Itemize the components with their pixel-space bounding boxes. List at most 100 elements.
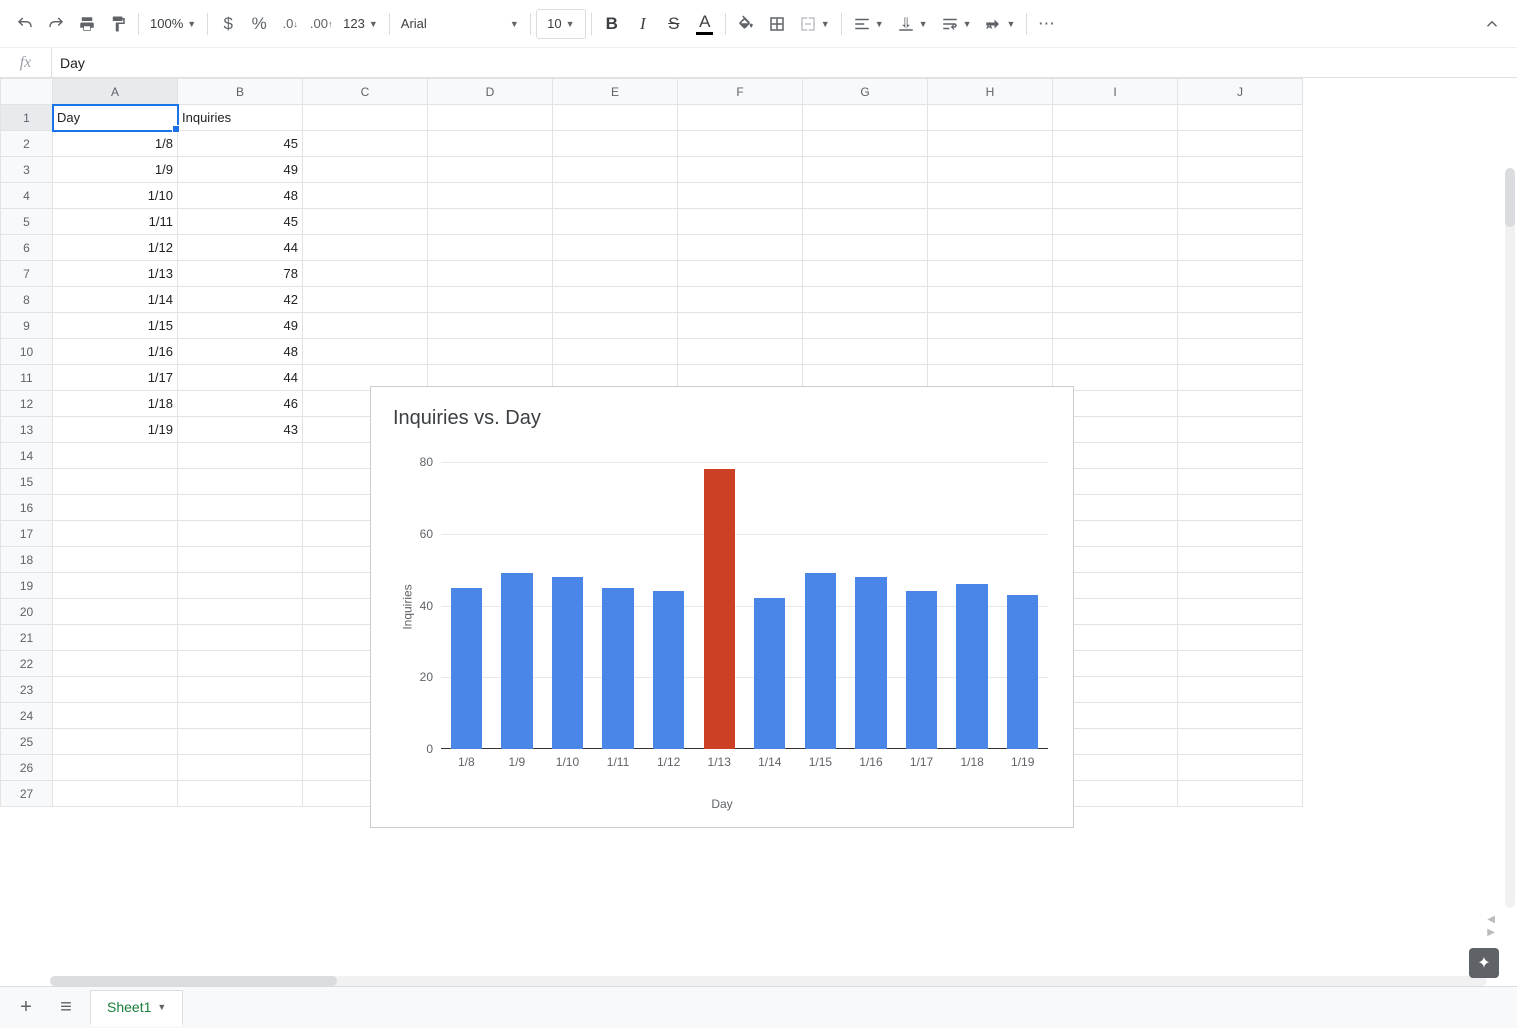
chart-bar[interactable] — [501, 573, 532, 749]
cell[interactable] — [1178, 313, 1303, 339]
row-header[interactable]: 7 — [1, 261, 53, 287]
cell[interactable]: 1/19 — [53, 417, 178, 443]
cell[interactable] — [53, 755, 178, 781]
cell[interactable]: 1/8 — [53, 131, 178, 157]
cell[interactable] — [303, 235, 428, 261]
cell[interactable] — [428, 313, 553, 339]
row-header[interactable]: 25 — [1, 729, 53, 755]
cell[interactable] — [803, 287, 928, 313]
cell[interactable] — [1178, 183, 1303, 209]
corner-cell[interactable] — [1, 79, 53, 105]
row-header[interactable]: 23 — [1, 677, 53, 703]
cell[interactable] — [428, 235, 553, 261]
cell[interactable] — [1053, 157, 1178, 183]
column-header[interactable]: J — [1178, 79, 1303, 105]
text-color-button[interactable]: A — [690, 9, 720, 39]
row-header[interactable]: 9 — [1, 313, 53, 339]
cell[interactable] — [1178, 729, 1303, 755]
cell[interactable] — [1178, 781, 1303, 807]
cell[interactable] — [553, 131, 678, 157]
cell[interactable] — [178, 781, 303, 807]
column-header[interactable]: F — [678, 79, 803, 105]
cell[interactable] — [1178, 443, 1303, 469]
number-format-dropdown[interactable]: 123▼ — [337, 9, 384, 39]
cell[interactable] — [1178, 599, 1303, 625]
cell[interactable]: 1/17 — [53, 365, 178, 391]
all-sheets-button[interactable]: ≡ — [50, 992, 82, 1024]
row-header[interactable]: 6 — [1, 235, 53, 261]
row-header[interactable]: 10 — [1, 339, 53, 365]
vertical-scrollbar[interactable] — [1505, 168, 1515, 908]
collapse-toolbar-button[interactable] — [1477, 9, 1507, 39]
cell[interactable] — [178, 547, 303, 573]
merge-cells-dropdown[interactable]: ▼ — [793, 9, 836, 39]
cell[interactable] — [53, 469, 178, 495]
cell[interactable] — [1053, 105, 1178, 131]
cell[interactable] — [553, 287, 678, 313]
cell[interactable] — [428, 287, 553, 313]
row-header[interactable]: 19 — [1, 573, 53, 599]
cell[interactable] — [803, 131, 928, 157]
chart-bar[interactable] — [754, 598, 785, 749]
percent-button[interactable]: % — [244, 9, 274, 39]
cell[interactable]: Day — [53, 105, 178, 131]
more-button[interactable]: ⋯ — [1032, 9, 1062, 39]
cell[interactable] — [303, 131, 428, 157]
cell[interactable] — [928, 235, 1053, 261]
font-family-dropdown[interactable]: Arial▼ — [395, 9, 525, 39]
cell[interactable] — [928, 339, 1053, 365]
column-header[interactable]: B — [178, 79, 303, 105]
bold-button[interactable]: B — [597, 9, 627, 39]
cell[interactable]: 1/12 — [53, 235, 178, 261]
cell[interactable]: 1/9 — [53, 157, 178, 183]
cell[interactable] — [428, 183, 553, 209]
cell[interactable] — [1178, 365, 1303, 391]
cell[interactable] — [553, 183, 678, 209]
cell[interactable] — [1178, 469, 1303, 495]
cell[interactable] — [803, 339, 928, 365]
cell[interactable] — [303, 157, 428, 183]
row-header[interactable]: 18 — [1, 547, 53, 573]
cell[interactable] — [553, 157, 678, 183]
cell[interactable] — [178, 521, 303, 547]
cell[interactable] — [928, 131, 1053, 157]
cell[interactable] — [428, 209, 553, 235]
horizontal-align-dropdown[interactable]: ▼ — [847, 9, 890, 39]
cell[interactable] — [553, 209, 678, 235]
cell[interactable] — [53, 547, 178, 573]
column-header[interactable]: D — [428, 79, 553, 105]
row-header[interactable]: 11 — [1, 365, 53, 391]
fill-color-button[interactable] — [731, 9, 761, 39]
cell[interactable]: 1/18 — [53, 391, 178, 417]
cell[interactable] — [1053, 287, 1178, 313]
cell[interactable] — [1178, 625, 1303, 651]
cell[interactable] — [178, 443, 303, 469]
cell[interactable] — [1053, 235, 1178, 261]
cell[interactable] — [53, 573, 178, 599]
cell[interactable] — [303, 287, 428, 313]
cell[interactable] — [53, 625, 178, 651]
cell[interactable] — [1178, 677, 1303, 703]
cell[interactable] — [1178, 235, 1303, 261]
column-header[interactable]: C — [303, 79, 428, 105]
scrollbar-thumb[interactable] — [50, 976, 337, 986]
cell[interactable]: 1/16 — [53, 339, 178, 365]
cell[interactable] — [803, 235, 928, 261]
cell[interactable] — [1178, 703, 1303, 729]
cell[interactable]: 48 — [178, 339, 303, 365]
cell[interactable] — [678, 339, 803, 365]
chart-bar[interactable] — [653, 591, 684, 749]
cell[interactable]: 49 — [178, 157, 303, 183]
cell[interactable] — [1178, 157, 1303, 183]
formula-input[interactable]: Day — [52, 55, 85, 71]
cell[interactable]: 49 — [178, 313, 303, 339]
cell[interactable] — [928, 157, 1053, 183]
increase-decimal-button[interactable]: .00↑ — [306, 9, 336, 39]
cell[interactable] — [928, 287, 1053, 313]
cell[interactable]: 48 — [178, 183, 303, 209]
cell[interactable] — [1178, 261, 1303, 287]
cell[interactable]: 1/13 — [53, 261, 178, 287]
cell[interactable] — [1053, 131, 1178, 157]
cell[interactable] — [428, 105, 553, 131]
row-header[interactable]: 3 — [1, 157, 53, 183]
